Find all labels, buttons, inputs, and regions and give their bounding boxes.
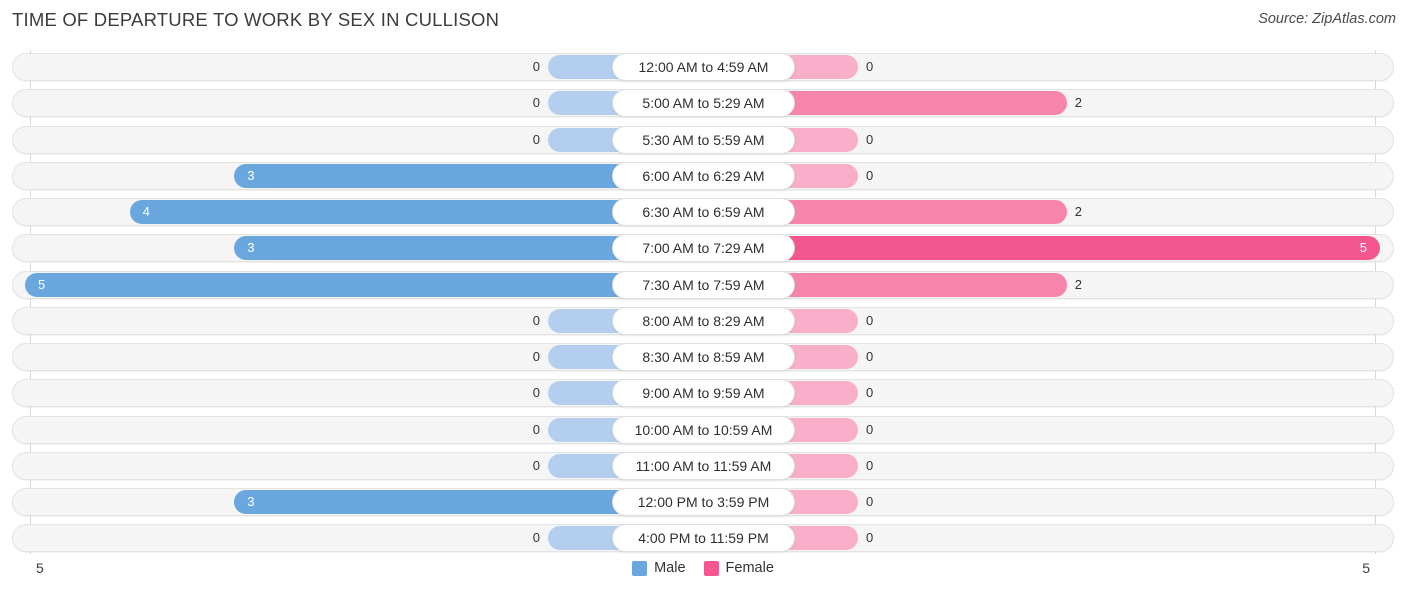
chart-row: 3 0 12:00 PM to 3:59 PM xyxy=(0,485,1406,521)
male-value-label: 0 xyxy=(532,95,540,111)
male-value-label: 3 xyxy=(247,167,255,183)
male-value-label: 3 xyxy=(247,240,255,256)
male-value-label: 0 xyxy=(532,457,540,473)
chart-row: 4 2 6:30 AM to 6:59 AM xyxy=(0,195,1406,231)
male-value-label: 3 xyxy=(247,494,255,510)
male-value-label: 4 xyxy=(142,204,150,220)
chart-row: 0 2 5:00 AM to 5:29 AM xyxy=(0,86,1406,122)
chart-legend: Male Female xyxy=(0,560,1406,576)
male-value-label: 0 xyxy=(532,421,540,437)
chart-row: 3 0 6:00 AM to 6:29 AM xyxy=(0,159,1406,195)
female-value-label: 0 xyxy=(866,59,874,74)
female-bar[interactable]: 5 xyxy=(703,236,1380,261)
category-label[interactable]: 4:00 PM to 11:59 PM xyxy=(612,524,795,553)
category-label[interactable]: 7:00 AM to 7:29 AM xyxy=(612,234,795,263)
male-value-label: 0 xyxy=(532,312,540,328)
female-value-label: 0 xyxy=(866,494,874,510)
category-label[interactable]: 8:00 AM to 8:29 AM xyxy=(612,306,795,335)
female-value-label: 5 xyxy=(1359,240,1367,256)
male-value-label: 5 xyxy=(38,276,46,292)
chart-row: 0 0 5:30 AM to 5:59 AM xyxy=(0,123,1406,159)
female-value-label: 0 xyxy=(866,167,874,183)
chart-row: 0 0 9:00 AM to 9:59 AM xyxy=(0,376,1406,412)
chart-footer: 5 5 Male Female xyxy=(0,556,1406,594)
legend-item-male[interactable]: Male xyxy=(632,560,686,576)
category-label[interactable]: 12:00 PM to 3:59 PM xyxy=(612,488,795,517)
category-label[interactable]: 7:30 AM to 7:59 AM xyxy=(612,270,795,299)
category-label[interactable]: 6:30 AM to 6:59 AM xyxy=(612,198,795,227)
legend-swatch-icon xyxy=(632,560,648,576)
female-value-label: 0 xyxy=(866,385,874,401)
female-value-label: 0 xyxy=(866,457,874,473)
chart-row: 0 0 11:00 AM to 11:59 AM xyxy=(0,449,1406,485)
female-value-label: 0 xyxy=(866,421,874,437)
category-label[interactable]: 10:00 AM to 10:59 AM xyxy=(612,415,795,444)
chart-row: 0 0 12:00 AM to 4:59 AM xyxy=(0,50,1406,86)
female-value-label: 0 xyxy=(866,530,874,546)
male-value-label: 0 xyxy=(532,530,540,546)
category-label[interactable]: 12:00 AM to 4:59 AM xyxy=(612,53,795,81)
source-attribution: Source: ZipAtlas.com xyxy=(1258,11,1396,27)
chart-plot-area: 0 0 12:00 AM to 4:59 AM 0 2 5:00 AM to 5:29 A… xyxy=(0,50,1406,556)
chart-header: TIME OF DEPARTURE TO WORK BY SEX IN CULL… xyxy=(0,0,1406,42)
legend-swatch-icon xyxy=(703,560,719,576)
chart-row: 0 0 10:00 AM to 10:59 AM xyxy=(0,413,1406,449)
female-value-label: 0 xyxy=(866,349,874,365)
chart-row: 0 0 8:30 AM to 8:59 AM xyxy=(0,340,1406,376)
legend-label: Female xyxy=(725,560,774,576)
male-bar[interactable]: 5 xyxy=(25,272,703,297)
female-value-label: 2 xyxy=(1074,204,1083,220)
chart-row: 0 0 4:00 PM to 11:59 PM xyxy=(0,521,1406,557)
male-value-label: 0 xyxy=(532,349,540,365)
male-value-label: 0 xyxy=(532,59,540,74)
category-label[interactable]: 8:30 AM to 8:59 AM xyxy=(612,343,795,372)
female-value-label: 0 xyxy=(866,312,874,328)
male-value-label: 0 xyxy=(532,131,540,147)
category-label[interactable]: 5:00 AM to 5:29 AM xyxy=(612,89,795,118)
male-value-label: 0 xyxy=(532,385,540,401)
category-label[interactable]: 11:00 AM to 11:59 AM xyxy=(612,451,795,480)
legend-label: Male xyxy=(654,560,686,576)
legend-item-female[interactable]: Female xyxy=(703,560,774,576)
category-label[interactable]: 5:30 AM to 5:59 AM xyxy=(612,125,795,154)
chart-row: 0 0 8:00 AM to 8:29 AM xyxy=(0,304,1406,340)
chart-row: 5 2 7:30 AM to 7:59 AM xyxy=(0,268,1406,304)
chart-row: 3 5 7:00 AM to 7:29 AM xyxy=(0,231,1406,267)
category-label[interactable]: 9:00 AM to 9:59 AM xyxy=(612,379,795,408)
female-value-label: 2 xyxy=(1074,276,1083,292)
female-value-label: 2 xyxy=(1074,95,1083,111)
chart-rows: 0 0 12:00 AM to 4:59 AM 0 2 5:00 AM to 5:29 A… xyxy=(0,50,1406,558)
female-value-label: 0 xyxy=(866,131,874,147)
category-label[interactable]: 6:00 AM to 6:29 AM xyxy=(612,161,795,190)
page-title: TIME OF DEPARTURE TO WORK BY SEX IN CULL… xyxy=(12,9,500,30)
